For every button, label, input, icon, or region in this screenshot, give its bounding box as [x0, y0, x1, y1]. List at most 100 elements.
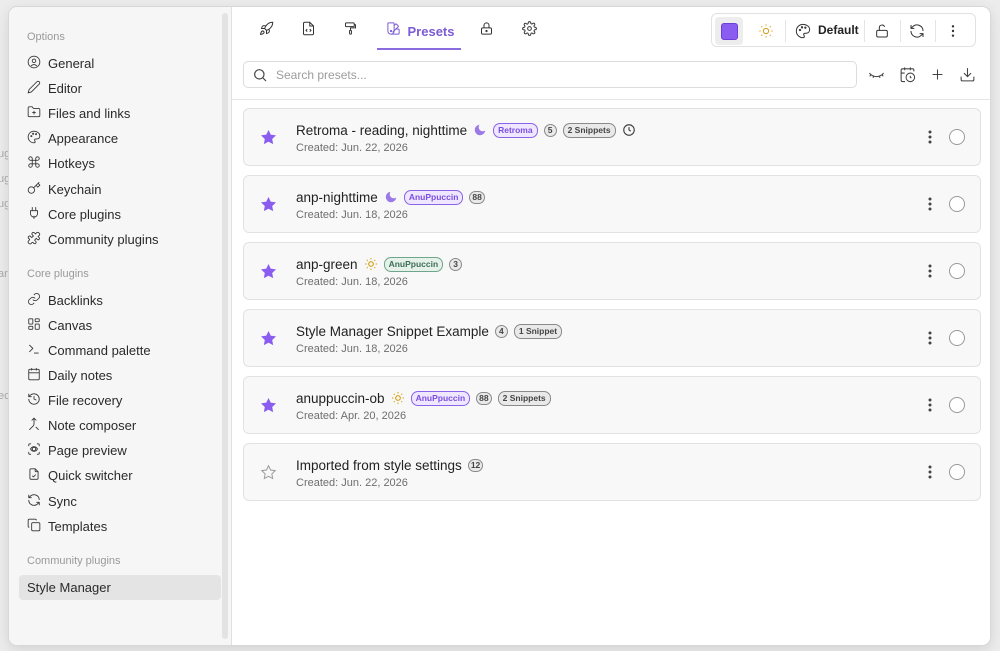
canvas-icon	[27, 317, 41, 334]
calendar-icon	[27, 367, 41, 384]
more-vertical-icon[interactable]	[945, 23, 961, 39]
sidebar-item-quick-switcher[interactable]: Quick switcher	[9, 463, 231, 488]
style-manager-panel: Presets Default Search presets... Retrom…	[232, 7, 990, 645]
count-badge: 12	[467, 458, 484, 472]
sync-icon	[27, 493, 41, 510]
preset-select-radio[interactable]	[949, 464, 965, 480]
refresh-icon[interactable]	[909, 23, 925, 39]
gear-circle-icon	[27, 55, 41, 72]
sidebar-item-label: Command palette	[48, 342, 151, 358]
more-vertical-icon[interactable]	[926, 464, 934, 480]
more-vertical-icon[interactable]	[926, 263, 934, 279]
sidebar-item-label: Core plugins	[48, 206, 121, 222]
theme-badge: AnuPpuccin	[383, 256, 444, 272]
tab-lock[interactable]	[476, 19, 496, 43]
count-badge: 3	[449, 257, 463, 271]
sidebar-item-sync[interactable]: Sync	[9, 489, 231, 514]
preset-card[interactable]: anp-green AnuPpuccin 3 Created: Jun. 18, 20…	[243, 242, 981, 300]
sidebar-item-style-manager[interactable]: Style Manager	[19, 574, 221, 600]
preset-card[interactable]: Style Manager Snippet Example 4 1 Snippet C…	[243, 309, 981, 367]
preset-select-radio[interactable]	[949, 196, 965, 212]
toolbar-divider	[864, 20, 865, 42]
sidebar-item-daily-notes[interactable]: Daily notes	[9, 363, 231, 388]
tab-presets[interactable]: Presets	[382, 19, 458, 43]
tab-bar: Presets Default	[232, 7, 990, 53]
sidebar-item-label: File recovery	[48, 393, 123, 409]
pencil-icon	[27, 80, 41, 97]
accent-color-picker[interactable]	[715, 17, 743, 45]
active-tab-indicator	[377, 48, 461, 50]
star-filled-icon[interactable]	[260, 129, 277, 146]
sidebar-item-label: General	[48, 56, 95, 72]
calendar-clock-icon[interactable]	[899, 66, 916, 83]
sidebar-item-canvas[interactable]: Canvas	[9, 313, 231, 338]
preset-select-radio[interactable]	[949, 129, 965, 145]
star-filled-icon[interactable]	[260, 196, 277, 213]
more-vertical-icon[interactable]	[926, 129, 934, 145]
sidebar-item-community-plugins[interactable]: Community plugins	[9, 227, 231, 252]
sidebar-item-hotkeys[interactable]: Hotkeys	[9, 151, 231, 176]
preset-title-row: anuppuccin-ob AnuPpuccin 88 2 Snippets	[296, 389, 551, 407]
sidebar-item-appearance[interactable]: Appearance	[9, 126, 231, 151]
search-input[interactable]	[276, 66, 836, 84]
preset-name: Retroma - reading, nighttime	[296, 122, 468, 138]
history-icon	[27, 392, 41, 409]
sidebar-item-templates[interactable]: Templates	[9, 514, 231, 539]
command-icon	[27, 155, 41, 172]
theme-badge: AnuPpuccin	[403, 189, 464, 205]
sidebar-item-label: Hotkeys	[48, 156, 95, 172]
sun-icon[interactable]	[758, 23, 774, 39]
sidebar-item-backlinks[interactable]: Backlinks	[9, 288, 231, 313]
sidebar-item-editor[interactable]: Editor	[9, 76, 231, 101]
theme-toolbar: Default	[711, 13, 976, 47]
download-icon[interactable]	[959, 66, 976, 83]
sidebar-item-label: Canvas	[48, 317, 93, 333]
eye-closed-icon[interactable]	[868, 66, 885, 83]
palette-icon[interactable]	[795, 23, 811, 39]
search-field[interactable]	[243, 61, 857, 88]
more-vertical-icon[interactable]	[926, 196, 934, 212]
sidebar-item-note-composer[interactable]: Note composer	[9, 413, 231, 438]
puzzle-icon	[27, 231, 41, 248]
sidebar-item-keychain[interactable]: Keychain	[9, 176, 231, 201]
merge-icon	[27, 417, 41, 434]
preset-card[interactable]: anp-nighttime AnuPpuccin 88 Created: Jun. 1…	[243, 175, 981, 233]
snippets-badge: 2 Snippets	[497, 390, 551, 406]
preset-select-radio[interactable]	[949, 330, 965, 346]
sidebar-scrollbar[interactable]	[222, 13, 228, 639]
tab-settings[interactable]	[519, 19, 539, 43]
sidebar-item-general[interactable]: General	[9, 51, 231, 76]
more-vertical-icon[interactable]	[926, 397, 934, 413]
unlock-icon[interactable]	[874, 23, 890, 39]
sidebar-item-page-preview[interactable]: Page preview	[9, 438, 231, 463]
star-filled-icon[interactable]	[260, 397, 277, 414]
sidebar-item-command-palette[interactable]: Command palette	[9, 338, 231, 363]
preset-select-radio[interactable]	[949, 397, 965, 413]
preset-card[interactable]: Imported from style settings 12 Created: J…	[243, 443, 981, 501]
star-outline-icon[interactable]	[260, 464, 277, 481]
palette-icon	[27, 130, 41, 147]
plus-icon[interactable]	[929, 66, 946, 83]
more-vertical-icon[interactable]	[926, 330, 934, 346]
star-filled-icon[interactable]	[260, 330, 277, 347]
theme-badge: AnuPpuccin	[410, 390, 471, 406]
preset-name: anuppuccin-ob	[296, 390, 385, 406]
preset-card[interactable]: Retroma - reading, nighttime Retroma 5 2 Sn…	[243, 108, 981, 166]
preset-select-radio[interactable]	[949, 263, 965, 279]
accent-color-swatch	[720, 22, 738, 40]
sidebar-heading-options: Options	[27, 31, 65, 43]
preset-card[interactable]: anuppuccin-ob AnuPpuccin 88 2 Snippets Creat…	[243, 376, 981, 434]
sidebar-item-core-plugins[interactable]: Core plugins	[9, 202, 231, 227]
star-filled-icon[interactable]	[260, 263, 277, 280]
sidebar-item-label: Daily notes	[48, 368, 113, 384]
tab-css-file[interactable]	[298, 19, 318, 43]
tab-rocket[interactable]	[256, 19, 276, 43]
preset-title-row: Imported from style settings 12	[296, 456, 484, 474]
theme-name[interactable]: Default	[818, 23, 859, 37]
count-badge: 88	[469, 190, 485, 204]
sidebar-item-files-and-links[interactable]: Files and links	[9, 101, 231, 126]
tab-brush[interactable]	[340, 19, 360, 43]
preset-created-date: Created: Jun. 22, 2026	[296, 142, 408, 154]
sun-icon	[391, 391, 405, 405]
sidebar-item-file-recovery[interactable]: File recovery	[9, 388, 231, 413]
